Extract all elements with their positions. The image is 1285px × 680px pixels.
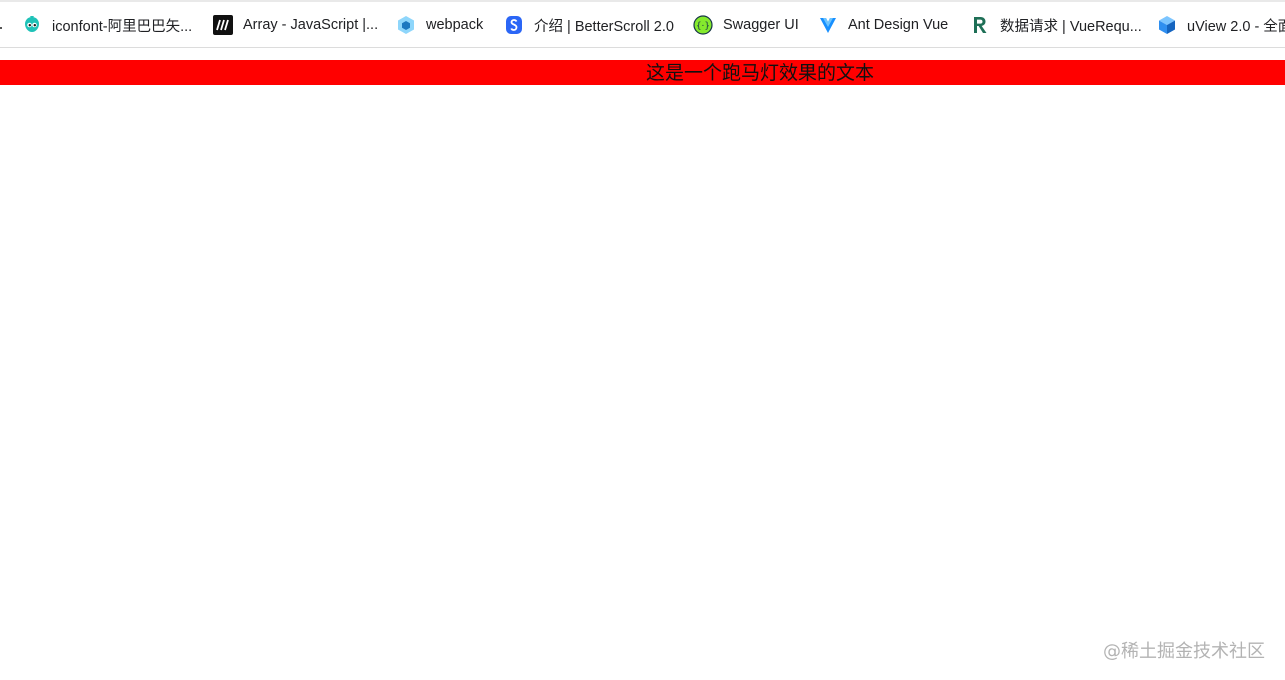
bookmark-label: Array - JavaScript |... bbox=[243, 17, 379, 33]
iconfont-icon bbox=[22, 15, 42, 35]
page: iconfont-阿里巴巴矢... Array - JavaScript |..… bbox=[0, 0, 1285, 680]
bookmark-mdn-array[interactable]: Array - JavaScript |... bbox=[213, 2, 379, 47]
bookmark-label: 介绍 | BetterScroll 2.0 bbox=[534, 18, 674, 35]
bookmark-label: uView 2.0 - 全面 bbox=[1187, 18, 1285, 35]
bookmark-swagger-ui[interactable]: {·} Swagger UI bbox=[693, 2, 799, 47]
betterscroll-icon bbox=[504, 15, 524, 35]
bookmarks-bar: iconfont-阿里巴巴矢... Array - JavaScript |..… bbox=[0, 0, 1285, 48]
marquee-text: 这是一个跑马灯效果的文本 bbox=[646, 62, 875, 84]
uview-icon bbox=[1157, 15, 1177, 35]
bookmark-betterscroll[interactable]: 介绍 | BetterScroll 2.0 bbox=[504, 2, 674, 47]
mdn-icon bbox=[213, 15, 233, 35]
bookmark-uview[interactable]: uView 2.0 - 全面 bbox=[1157, 2, 1285, 47]
antdv-icon bbox=[818, 15, 838, 35]
bookmark-vuerequest[interactable]: 数据请求 | VueRequ... bbox=[970, 2, 1142, 47]
vuerequest-icon bbox=[970, 15, 990, 35]
swagger-icon: {·} bbox=[693, 15, 713, 35]
bookmark-label: Ant Design Vue bbox=[848, 17, 949, 33]
bookmark-label: webpack bbox=[426, 17, 484, 33]
bookmark-iconfont[interactable]: iconfont-阿里巴巴矢... bbox=[22, 2, 193, 47]
svg-text:{·}: {·} bbox=[696, 22, 710, 32]
watermark: @稀土掘金技术社区 bbox=[1103, 641, 1265, 662]
webpack-icon bbox=[396, 15, 416, 35]
bookmark-label: 数据请求 | VueRequ... bbox=[1000, 18, 1142, 35]
bookmark-label: iconfont-阿里巴巴矢... bbox=[52, 18, 193, 35]
bookmark-webpack[interactable]: webpack bbox=[396, 2, 484, 47]
overflow-indicator bbox=[0, 27, 2, 29]
bookmark-label: Swagger UI bbox=[723, 17, 799, 33]
marquee-banner: 这是一个跑马灯效果的文本 bbox=[0, 60, 1285, 85]
bookmark-ant-design-vue[interactable]: Ant Design Vue bbox=[818, 2, 949, 47]
